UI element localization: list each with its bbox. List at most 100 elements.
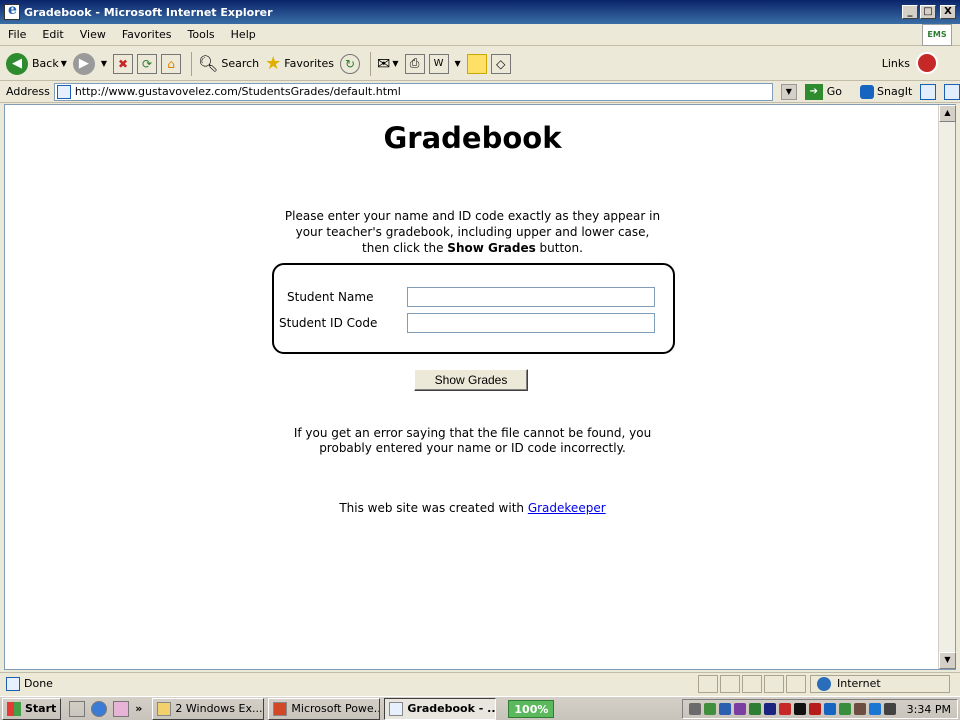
status-text: Done [24,677,53,690]
shield-icon[interactable] [823,703,836,715]
quick-launch: » [69,700,148,717]
instructions-pre: then click the [362,241,448,255]
start-label: Start [25,702,57,715]
search-label: Search [221,57,260,70]
footer-note: This web site was created with Gradekeep… [5,501,940,515]
security-icon[interactable] [718,703,731,715]
menu-bar: File Edit View Favorites Tools Help EMS [0,24,960,46]
student-name-label: Student Name [287,290,374,304]
print-button[interactable]: ⎙ [404,53,425,74]
display-icon[interactable] [868,703,881,715]
snagit-button[interactable]: SnagIt [860,84,913,99]
address-url: http://www.gustavovelez.com/StudentsGrad… [74,85,401,98]
instructions-line-2: your teacher's gradebook, including uppe… [295,225,650,239]
close-button[interactable]: X [940,5,956,19]
minimize-button[interactable]: _ [902,5,918,19]
back-label: Back [32,57,59,70]
research-button[interactable]: ◇ [490,53,511,74]
menu-tools[interactable]: Tools [180,28,223,41]
system-tray: 3:34 PM [681,699,958,719]
menu-edit[interactable]: Edit [34,28,71,41]
address-field[interactable]: http://www.gustavovelez.com/StudentsGrad… [53,82,773,101]
snagit-label: SnagIt [877,85,913,98]
vertical-scrollbar[interactable]: ▲ ▼ [938,105,956,669]
menu-favorites[interactable]: Favorites [114,28,180,41]
search-button[interactable]: 🔍︎ Search [198,54,259,73]
student-id-label: Student ID Code [279,316,378,330]
go-arrow-icon: ➔ [804,83,823,100]
gradekeeper-link[interactable]: Gradekeeper [528,501,606,515]
tray-icons [688,703,899,715]
edit-button[interactable]: W ▼ [428,53,461,74]
address-dropdown[interactable]: ▼ [780,83,797,100]
desktop-icon[interactable] [69,700,86,717]
pm-icon[interactable] [748,703,761,715]
task-gradebook[interactable]: Gradebook - ... [384,697,497,720]
mail-button[interactable]: ✉ ▼ [377,54,399,73]
note-button[interactable] [466,53,487,74]
chart-icon[interactable] [853,703,866,715]
n-icon[interactable] [793,703,806,715]
star-icon: ★ [265,53,282,74]
forward-button[interactable]: ▶ ▼ [72,52,107,75]
task-powerpoint[interactable]: Microsoft Powe... [268,697,381,720]
student-id-input[interactable] [407,313,655,333]
menu-file[interactable]: File [0,28,34,41]
go-button[interactable]: ➔ Go [804,83,842,100]
snagit-edit-icon[interactable] [944,83,960,100]
clock: 3:34 PM [906,702,951,716]
search-icon: 🔍︎ [198,54,219,73]
status-cell [742,674,762,693]
page-viewport: Gradebook Please enter your name and ID … [4,104,956,670]
task-label: Microsoft Powe... [291,702,381,715]
menu-help[interactable]: Help [223,28,264,41]
ie-quicklaunch-icon[interactable] [91,700,108,717]
grid-icon[interactable] [763,703,776,715]
taskbar: Start » 2 Windows Ex... Microsoft Powe..… [0,696,960,720]
menu-view[interactable]: View [72,28,114,41]
show-grades-button[interactable]: Show Grades [414,369,528,391]
maximize-button[interactable]: □ [920,5,936,19]
antivirus-icon[interactable] [808,703,821,715]
links-label[interactable]: Links [882,57,910,70]
stop-button[interactable]: ✖ [113,53,134,74]
volume-icon[interactable] [883,703,896,715]
history-button[interactable]: ↻ [339,53,360,74]
back-button[interactable]: ◀ Back ▼ [6,52,67,75]
task-label: Gradebook - ... [407,702,497,715]
toolbar-separator [191,51,193,76]
favorites-label: Favorites [284,57,334,70]
zoom-level-badge[interactable]: 100% [508,699,555,718]
chevron-down-icon: ▼ [392,59,399,68]
refresh-button[interactable]: ⟳ [137,53,158,74]
favorites-button[interactable]: ★ Favorites [265,53,334,74]
pdf-icon[interactable] [916,52,938,74]
error-line-1: If you get an error saying that the file… [293,426,652,440]
scroll-up-icon[interactable]: ▲ [939,105,956,122]
back-arrow-icon: ◀ [6,52,28,75]
refresh-tray-icon[interactable] [838,703,851,715]
sync-icon[interactable] [733,703,746,715]
status-cell [786,674,806,693]
ie-icon [389,701,404,716]
forward-arrow-icon: ▶ [72,52,95,75]
quicklaunch-chevron[interactable]: » [135,702,142,715]
power-icon[interactable] [688,703,701,715]
task-windows-explorer[interactable]: 2 Windows Ex... [152,697,265,720]
instructions-line-3: then click the Show Grades button. [5,240,940,256]
status-text-area: Done [0,676,696,691]
chevron-down-icon: ▼ [60,59,67,68]
page-title: Gradebook [383,121,562,155]
status-cell [764,674,784,693]
app-quicklaunch-icon[interactable] [113,700,130,717]
scroll-down-icon[interactable]: ▼ [939,652,956,669]
home-button[interactable]: ⌂ [161,53,182,74]
error-line-2: probably entered your name or ID code in… [319,441,626,455]
student-name-input[interactable] [407,287,655,307]
tools-icon[interactable] [778,703,791,715]
snagit-capture-icon[interactable] [920,83,937,100]
page-icon [6,676,20,691]
start-button[interactable]: Start [2,697,62,720]
network-icon[interactable] [703,703,716,715]
powerpoint-icon [273,701,288,716]
